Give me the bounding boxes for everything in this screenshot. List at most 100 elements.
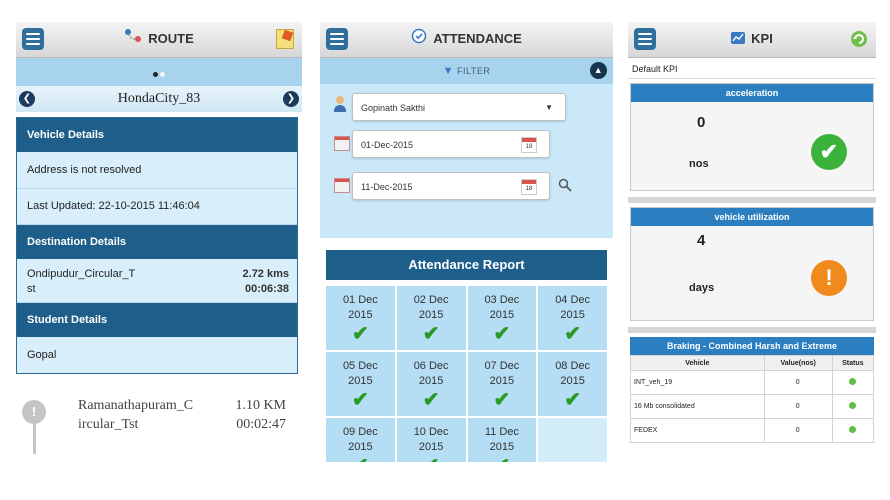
person-select[interactable]: Gopinath Sakthi ▼ [352, 93, 566, 121]
attendance-day-cell[interactable]: 11 Dec 2015 ✔ [467, 418, 537, 462]
divider [628, 197, 876, 203]
kpi-card-unit: nos [689, 158, 709, 170]
chevron-up-icon[interactable]: ▲ [590, 62, 607, 79]
column-header-vehicle: Vehicle [630, 355, 765, 371]
location-pin-icon: ! [22, 400, 46, 424]
filter-bar[interactable]: ▼ FILTER ▲ [320, 58, 613, 84]
chevron-left-icon[interactable]: ❮ [19, 91, 35, 107]
route-appbar: ROUTE [16, 22, 302, 58]
attendance-year: 2015 [489, 309, 515, 321]
table-row[interactable]: 16 Mb consolidated 0 [630, 394, 875, 419]
next-stop-name-line1: Ramanathapuram_C [78, 398, 194, 413]
attendance-day: 03 Dec [484, 294, 520, 306]
next-stop-time: 00:02:47 [236, 417, 286, 432]
kpi-title: KPI [751, 31, 773, 46]
kpi-card-acceleration[interactable]: acceleration 0 nos ✔ [630, 83, 874, 191]
dropdown-arrow-icon: ▼ [545, 103, 553, 112]
vehicle-cell: 16 Mb consolidated [630, 394, 765, 419]
kpi-card-heading: acceleration [631, 84, 873, 102]
exclamation-icon: ! [811, 260, 847, 296]
attendance-year: 2015 [418, 309, 444, 321]
details-panel: Vehicle Details Address is not resolved … [16, 117, 298, 374]
kpi-appbar: KPI [628, 22, 876, 58]
present-check-icon: ✔ [422, 389, 440, 411]
notes-icon[interactable] [276, 29, 294, 49]
divider [628, 327, 876, 333]
attendance-empty-cell [538, 418, 607, 462]
filter-icon: ▼ [442, 65, 455, 77]
kpi-card-unit: days [689, 282, 715, 294]
attendance-day: 05 Dec [342, 360, 378, 372]
page-dot[interactable] [160, 72, 165, 77]
destination-name: Ondipudur_Circular_T st [27, 267, 135, 302]
from-date-field[interactable]: 01-Dec-2015 18 [352, 130, 550, 158]
status-cell [831, 370, 875, 395]
attendance-year: 2015 [348, 309, 373, 321]
value-cell: 0 [763, 394, 833, 419]
status-dot-icon [848, 378, 856, 385]
search-icon[interactable] [558, 178, 572, 192]
status-dot-icon [848, 402, 856, 409]
route-title: ROUTE [148, 31, 194, 46]
attendance-appbar: ATTENDANCE [320, 22, 613, 58]
present-check-icon: ✔ [351, 389, 369, 411]
attendance-day-cell[interactable]: 08 Dec 2015 ✔ [538, 352, 607, 416]
braking-table-card: Braking - Combined Harsh and Extreme Veh… [630, 337, 875, 443]
attendance-day-cell[interactable]: 09 Dec 2015 ✔ [326, 418, 395, 462]
to-date-field[interactable]: 11-Dec-2015 18 [352, 172, 550, 200]
route-screen: ROUTE ❮ HondaCity_83 ❯ Vehicle Details A… [16, 22, 302, 462]
present-check-icon: ✔ [326, 455, 395, 462]
calendar-icon [334, 136, 350, 151]
present-check-icon: ✔ [564, 389, 581, 411]
attendance-day-cell[interactable]: 02 Dec 2015 ✔ [396, 286, 466, 350]
last-updated-text: Last Updated: 22-10-2015 11:46:04 [17, 189, 297, 225]
attendance-day: 01 Dec [342, 294, 378, 306]
calendar-icon [334, 178, 350, 193]
table-row[interactable]: INT_veh_19 0 [630, 370, 875, 395]
attendance-day-cell[interactable]: 07 Dec 2015 ✔ [467, 352, 537, 416]
destination-name-line2: st [27, 283, 36, 295]
kpi-card-heading: vehicle utilization [631, 208, 873, 226]
attendance-day-cell[interactable]: 06 Dec 2015 ✔ [396, 352, 466, 416]
destination-distance: 2.72 kms [242, 268, 289, 280]
refresh-icon[interactable] [850, 30, 868, 48]
attendance-day-cell[interactable]: 04 Dec 2015 ✔ [538, 286, 607, 350]
attendance-year: 2015 [348, 375, 373, 387]
next-stop-item[interactable]: ! Ramanathapuram_C ircular_Tst 1.10 KM 0… [16, 374, 302, 454]
attendance-day: 07 Dec [484, 360, 520, 372]
kpi-card-vehicle-utilization[interactable]: vehicle utilization 4 days ! [630, 207, 874, 321]
student-heading: Student Details [17, 303, 297, 337]
attendance-day: 06 Dec [413, 360, 449, 372]
braking-table: Vehicle Value(nos) Status INT_veh_19 0 16 … [630, 355, 875, 443]
vehicle-cell: INT_veh_19 [630, 370, 765, 395]
to-date-value: 11-Dec-2015 [361, 182, 413, 192]
attendance-day-cell[interactable]: 03 Dec 2015 ✔ [467, 286, 537, 350]
date-picker-icon[interactable]: 18 [521, 137, 537, 153]
filter-label: FILTER [457, 66, 491, 76]
date-picker-icon[interactable]: 18 [521, 179, 537, 195]
page-dot-active[interactable] [153, 72, 158, 77]
attendance-day-cell[interactable]: 05 Dec 2015 ✔ [326, 352, 395, 416]
attendance-day-cell[interactable]: 01 Dec 2015 ✔ [326, 286, 395, 350]
attendance-day-cell[interactable]: 10 Dec 2015 ✔ [396, 418, 466, 462]
person-select-value: Gopinath Sakthi [361, 103, 426, 113]
next-stop-name-line2: ircular_Tst [78, 417, 139, 432]
student-name: Gopal [17, 337, 297, 373]
attendance-grid: 01 Dec 2015 ✔ 02 Dec 2015 ✔ 03 Dec 2015 ✔ 04 Dec 2… [326, 286, 607, 462]
destination-row[interactable]: Ondipudur_Circular_T st 2.72 kms 00:06:3… [17, 259, 297, 303]
present-check-icon: ✔ [422, 323, 440, 345]
attendance-day: 02 Dec [413, 294, 449, 306]
table-row[interactable]: FEDEX 0 [630, 418, 875, 443]
route-icon [124, 23, 142, 57]
present-check-icon: ✔ [351, 323, 369, 345]
chevron-right-icon[interactable]: ❯ [283, 91, 299, 107]
clock-check-icon [411, 23, 427, 57]
from-date-value: 01-Dec-2015 [361, 140, 414, 150]
present-check-icon: ✔ [468, 455, 537, 462]
page-indicator [16, 58, 302, 86]
route-title-wrap: ROUTE [16, 22, 302, 57]
next-stop-distance: 1.10 KM [235, 398, 286, 413]
status-cell [831, 394, 875, 419]
checkmark-icon: ✔ [811, 134, 847, 170]
chart-icon [731, 23, 746, 57]
